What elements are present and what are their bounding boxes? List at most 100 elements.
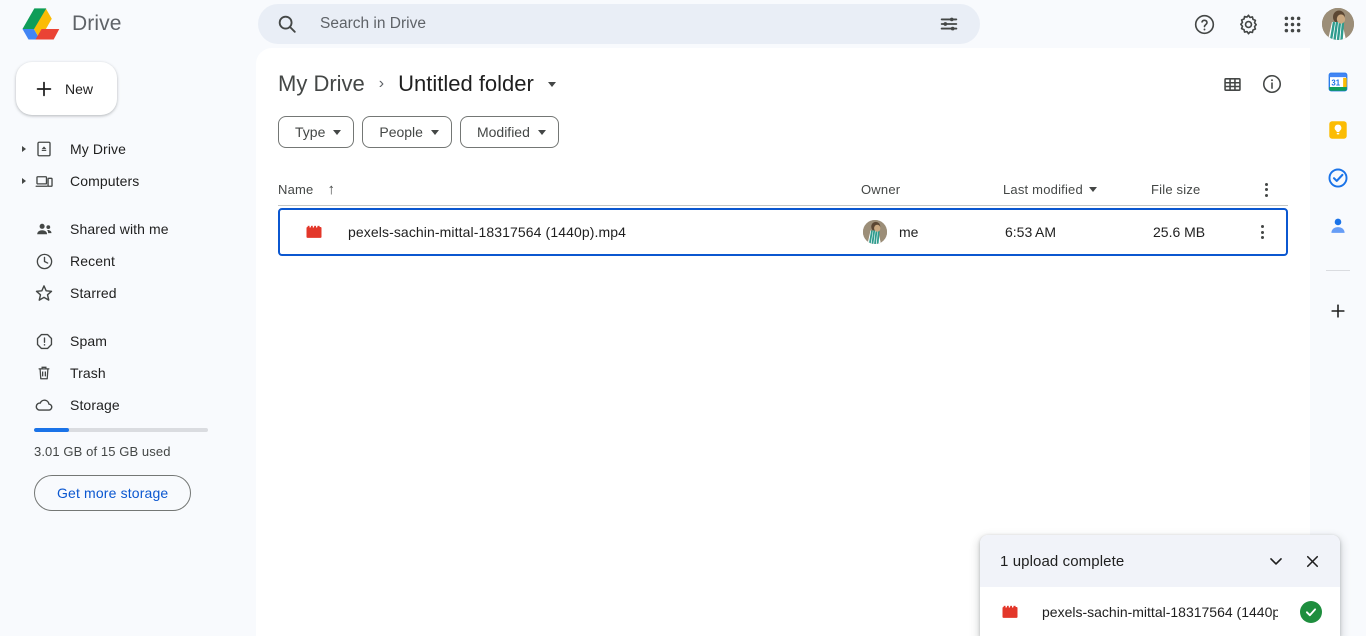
- chevron-down-icon: [333, 129, 342, 135]
- filter-chip-label: People: [379, 124, 423, 140]
- tune-icon: [940, 17, 958, 31]
- filter-chips: Type People Modified: [256, 116, 1310, 148]
- table-header-row: Name ↑ Owner Last modified File size: [278, 174, 1288, 206]
- table-options[interactable]: [1243, 174, 1288, 206]
- tasks-icon[interactable]: [1326, 166, 1350, 190]
- upload-toast: 1 upload complete pexels-sachin-mittal-1…: [980, 535, 1340, 636]
- table-row[interactable]: pexels-sachin-mittal-18317564 (1440p).mp…: [278, 208, 1288, 256]
- close-icon[interactable]: [1294, 543, 1330, 579]
- success-check-icon: [1300, 600, 1322, 623]
- sidebar-item-label: Recent: [70, 253, 115, 269]
- search-icon: [278, 15, 296, 33]
- breadcrumb-separator: ›: [378, 75, 385, 92]
- row-more-options-icon[interactable]: [1246, 216, 1278, 248]
- sidebar-item-label: My Drive: [70, 141, 127, 157]
- sidebar-item-shared-with-me[interactable]: Shared with me: [0, 213, 256, 245]
- storage-progress-fill: [34, 428, 69, 432]
- avatar[interactable]: [1322, 8, 1354, 40]
- computers-icon: [34, 171, 54, 191]
- get-more-storage-button[interactable]: Get more storage: [34, 475, 192, 511]
- column-header-last-modified[interactable]: Last modified: [1003, 182, 1151, 197]
- column-header-file-size[interactable]: File size: [1151, 182, 1243, 197]
- topbar-actions: [1184, 0, 1354, 48]
- storage-progress-bar: [34, 428, 208, 432]
- filter-chip-label: Type: [295, 124, 326, 140]
- chevron-down-icon: [1088, 187, 1097, 192]
- column-header-modified-label: Last modified: [1003, 182, 1083, 197]
- filter-chip-people[interactable]: People: [362, 116, 452, 148]
- calendar-icon[interactable]: 31: [1326, 70, 1350, 94]
- new-button[interactable]: New: [16, 62, 117, 115]
- sidebar-item-label: Starred: [70, 285, 117, 301]
- sidebar-item-label: Spam: [70, 333, 107, 349]
- file-owner-cell: me: [863, 220, 1005, 244]
- breadcrumb-dropdown-icon[interactable]: [547, 81, 556, 87]
- sidebar-item-my-drive[interactable]: My Drive: [0, 133, 256, 165]
- file-name-label: pexels-sachin-mittal-18317564 (1440p).mp…: [348, 224, 627, 240]
- chevron-down-icon: [537, 129, 546, 135]
- breadcrumb-current[interactable]: Untitled folder: [398, 71, 534, 97]
- sidebar-nav: My Drive Computers Shared with me Recent…: [0, 133, 256, 421]
- upload-toast-item[interactable]: pexels-sachin-mittal-18317564 (1440p...: [980, 587, 1340, 636]
- sidebar-item-computers[interactable]: Computers: [0, 165, 256, 197]
- sidebar-item-label: Trash: [70, 365, 106, 381]
- search-bar[interactable]: [258, 4, 980, 44]
- nav-divider-gap: [0, 197, 256, 213]
- column-header-name[interactable]: Name ↑: [278, 182, 861, 197]
- new-button-label: New: [65, 80, 94, 97]
- drive-logo-icon: [22, 8, 60, 40]
- plus-icon: [36, 81, 52, 96]
- sort-ascending-icon: ↑: [327, 181, 336, 198]
- chevron-right-icon[interactable]: [22, 178, 26, 184]
- file-table: Name ↑ Owner Last modified File size pex…: [256, 174, 1310, 256]
- apps-grid-icon[interactable]: [1272, 4, 1312, 44]
- filter-chip-type[interactable]: Type: [278, 116, 355, 148]
- brand[interactable]: Drive: [0, 0, 256, 48]
- cloud-icon: [34, 395, 54, 415]
- search-options-button[interactable]: [932, 7, 966, 41]
- file-actions-cell: [1245, 216, 1286, 248]
- sidebar-item-starred[interactable]: Starred: [0, 277, 256, 309]
- chevron-right-icon[interactable]: [22, 146, 26, 152]
- file-size-cell: 25.6 MB: [1153, 224, 1206, 240]
- keep-icon[interactable]: [1326, 118, 1350, 142]
- file-modified-cell: 6:53 AM: [1005, 224, 1057, 240]
- sidebar-item-label: Computers: [70, 173, 140, 189]
- settings-icon[interactable]: [1228, 4, 1268, 44]
- column-header-owner[interactable]: Owner: [861, 182, 1003, 197]
- file-owner-label: me: [899, 224, 919, 240]
- column-header-name-label: Name: [278, 182, 314, 197]
- chevron-down-icon[interactable]: [1258, 543, 1294, 579]
- file-name-cell: pexels-sachin-mittal-18317564 (1440p).mp…: [280, 222, 863, 242]
- upload-toast-title: 1 upload complete: [1000, 552, 1125, 570]
- info-icon[interactable]: [1252, 64, 1292, 104]
- breadcrumb: My Drive › Untitled folder: [256, 48, 1310, 120]
- nav-divider-gap: [0, 309, 256, 325]
- breadcrumb-root[interactable]: My Drive: [278, 71, 365, 97]
- star-icon: [34, 283, 54, 303]
- search-container: [258, 4, 980, 44]
- owner-avatar: [863, 220, 887, 244]
- help-icon[interactable]: [1184, 4, 1224, 44]
- sidebar-item-recent[interactable]: Recent: [0, 245, 256, 277]
- top-bar: Drive: [0, 0, 1366, 48]
- video-file-icon: [306, 225, 322, 238]
- upload-toast-header: 1 upload complete: [980, 535, 1340, 587]
- search-input[interactable]: [298, 15, 932, 33]
- grid-view-icon[interactable]: [1212, 64, 1252, 104]
- chevron-down-icon: [430, 129, 439, 135]
- contacts-icon[interactable]: [1326, 214, 1350, 238]
- sidebar-item-spam[interactable]: Spam: [0, 325, 256, 357]
- filter-chip-modified[interactable]: Modified: [459, 116, 559, 148]
- storage-usage-text: 3.01 GB of 15 GB used: [34, 444, 171, 459]
- sidebar-item-storage[interactable]: Storage: [0, 389, 256, 421]
- my-drive-icon: [34, 139, 54, 159]
- svg-text:31: 31: [1331, 79, 1340, 88]
- brand-name: Drive: [72, 12, 122, 35]
- sidebar-item-trash[interactable]: Trash: [0, 357, 256, 389]
- filter-chip-label: Modified: [476, 124, 530, 140]
- more-options-icon[interactable]: [1250, 174, 1282, 206]
- upload-file-name: pexels-sachin-mittal-18317564 (1440p...: [1042, 603, 1278, 620]
- add-apps-icon[interactable]: [1326, 299, 1350, 323]
- rail-divider: [1326, 270, 1350, 271]
